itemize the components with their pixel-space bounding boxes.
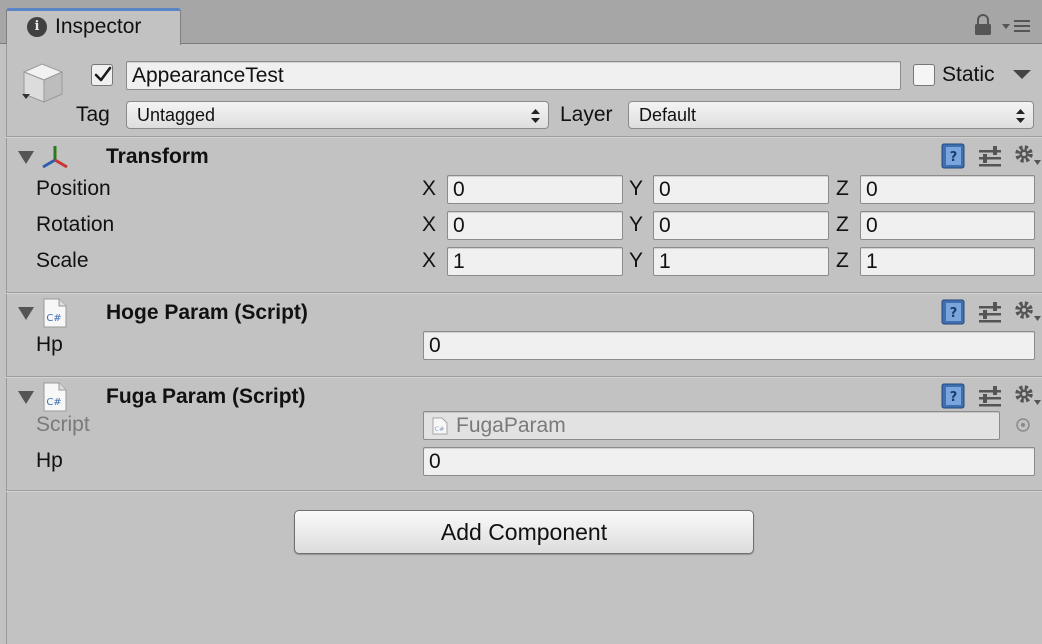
svg-text:?: ? [950,390,958,405]
position-x-label: X [422,177,437,200]
csharp-script-icon: C# [432,417,448,435]
layer-label: Layer [560,103,613,126]
position-y-field[interactable]: 0 [653,175,829,204]
rotation-x-field[interactable]: 0 [447,211,623,240]
active-checkbox[interactable] [91,64,113,86]
hoge-hp-field[interactable]: 0 [423,331,1035,360]
foldout-arrow-icon[interactable] [18,307,34,321]
help-book-icon[interactable]: ? [939,142,967,170]
foldout-arrow-icon[interactable] [18,391,34,405]
preset-sliders-icon[interactable] [977,384,1003,408]
position-z-field[interactable]: 0 [860,175,1035,204]
position-z-label: Z [836,177,849,200]
tag-dropdown[interactable]: Untagged [126,101,549,129]
hoge-hp-label: Hp [36,333,63,356]
scale-z-field[interactable]: 1 [860,247,1035,276]
settings-gear-icon[interactable] [1012,382,1042,408]
settings-gear-icon[interactable] [1012,142,1042,168]
csharp-icon-text: C# [46,397,61,408]
rotation-label: Rotation [36,213,115,236]
rotation-z-label: Z [836,213,849,236]
svg-text:?: ? [950,306,958,321]
preset-sliders-icon[interactable] [977,300,1003,324]
tab-strip: i Inspector [0,0,1042,45]
static-checkbox[interactable] [913,64,935,86]
csharp-script-icon: C# [43,298,67,328]
transform-axis-icon [42,146,68,169]
scale-x-field[interactable]: 1 [447,247,623,276]
gameobject-name-field[interactable]: AppearanceTest [126,61,901,90]
preset-sliders-icon[interactable] [977,144,1003,168]
fuga-script-field[interactable]: C# FugaParam [423,411,1000,440]
scale-label: Scale [36,249,89,272]
rotation-z-field[interactable]: 0 [860,211,1035,240]
fuga-script-label: Script [36,413,90,436]
tab-inspector[interactable]: i Inspector [6,8,181,45]
svg-text:?: ? [950,150,958,165]
help-book-icon[interactable]: ? [939,298,967,326]
updown-arrow-icon [1016,109,1025,123]
help-book-icon[interactable]: ? [939,382,967,410]
static-label: Static [942,63,995,86]
hoge-param-title: Hoge Param (Script) [106,301,308,324]
layer-dropdown-value: Default [639,105,697,125]
rotation-x-label: X [422,213,437,236]
csharp-icon-text: C# [46,313,61,324]
gameobject-cube-icon [22,63,64,103]
separator [6,490,1042,492]
tab-inspector-label: Inspector [55,15,142,38]
position-y-label: Y [629,177,644,200]
add-component-button[interactable]: Add Component [294,510,754,554]
scale-z-label: Z [836,249,849,272]
separator [6,136,1042,138]
csharp-script-icon: C# [43,382,67,412]
layer-dropdown[interactable]: Default [628,101,1034,129]
position-x-field[interactable]: 0 [447,175,623,204]
transform-title: Transform [106,145,209,168]
rotation-y-field[interactable]: 0 [653,211,829,240]
scale-y-label: Y [629,249,644,272]
fuga-hp-field[interactable]: 0 [423,447,1035,476]
fuga-hp-label: Hp [36,449,63,472]
position-label: Position [36,177,111,200]
checkmark-icon [94,66,112,82]
updown-arrow-icon [531,109,540,123]
separator [6,292,1042,294]
separator [6,376,1042,378]
svg-text:C#: C# [435,425,445,433]
panel-edge [6,44,7,644]
context-menu-icon[interactable] [1000,17,1032,35]
static-dropdown-arrow-icon[interactable] [1013,70,1031,80]
foldout-arrow-icon[interactable] [18,151,34,165]
rotation-y-label: Y [629,213,644,236]
settings-gear-icon[interactable] [1012,298,1042,324]
lock-icon[interactable] [974,14,992,36]
fuga-script-value: FugaParam [456,414,566,437]
fuga-param-title: Fuga Param (Script) [106,385,306,408]
object-picker-icon[interactable] [1015,417,1031,433]
scale-x-label: X [422,249,437,272]
info-icon: i [27,17,47,37]
tag-dropdown-value: Untagged [137,105,216,125]
scale-y-field[interactable]: 1 [653,247,829,276]
tag-label: Tag [76,103,110,126]
